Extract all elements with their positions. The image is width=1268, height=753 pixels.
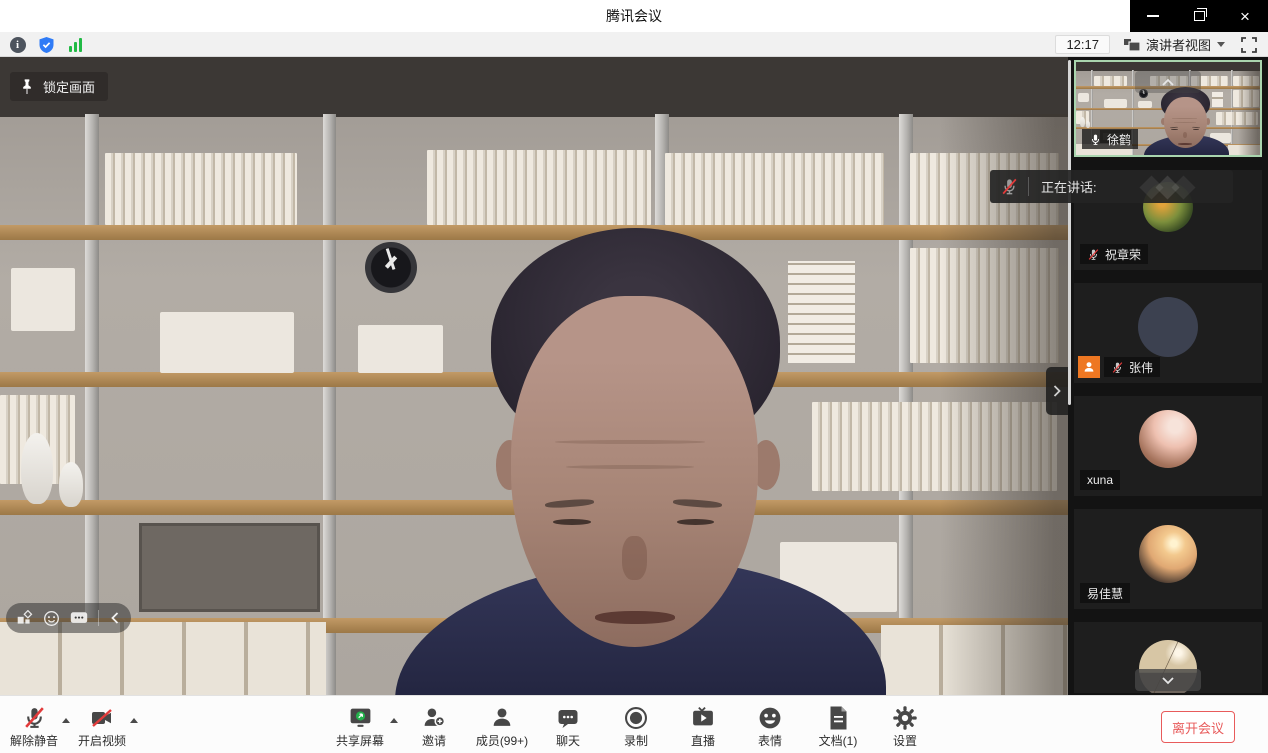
share-screen-button[interactable]: 共享屏幕 <box>324 696 396 753</box>
smiley-icon[interactable] <box>43 610 60 627</box>
host-badge-icon <box>1078 356 1100 378</box>
meeting-header-bar: i 12:17 演讲者视图 <box>0 32 1268 57</box>
chat-button[interactable]: 聊天 <box>532 696 604 753</box>
view-mode-button[interactable]: 演讲者视图 <box>1124 35 1225 54</box>
share-options-caret[interactable] <box>390 718 398 723</box>
participant-name: 张伟 <box>1129 359 1153 376</box>
video-quick-toolbar <box>6 603 131 633</box>
view-mode-label: 演讲者视图 <box>1146 35 1211 54</box>
avatar <box>1139 410 1197 468</box>
participant-name: xuna <box>1087 473 1113 487</box>
video-options-caret[interactable] <box>130 718 138 723</box>
documents-button[interactable]: 文档(1) <box>800 696 876 753</box>
close-icon: × <box>1240 8 1250 25</box>
document-icon <box>826 705 850 731</box>
participants-sidebar: 徐鹤 祝章荣 <box>1068 57 1268 695</box>
participant-name: 徐鹤 <box>1107 131 1131 148</box>
window-controls: × <box>1130 0 1268 32</box>
invite-button[interactable]: 邀请 <box>398 696 470 753</box>
live-stream-button[interactable]: 直播 <box>667 696 739 753</box>
start-video-button[interactable]: 开启视频 <box>72 696 132 753</box>
title-bar: 腾讯会议 <box>0 0 1268 32</box>
bottom-toolbar: 解除静音 开启视频 共享屏幕 <box>0 695 1268 753</box>
live-icon <box>690 705 716 730</box>
window-title: 腾讯会议 <box>0 0 1268 32</box>
unmute-button[interactable]: 解除静音 <box>6 696 62 753</box>
restore-button[interactable] <box>1176 0 1222 32</box>
minimize-icon <box>1147 15 1159 17</box>
network-signal-icon[interactable] <box>66 35 85 54</box>
close-button[interactable]: × <box>1222 0 1268 32</box>
participant-name: 祝章荣 <box>1105 246 1141 263</box>
participant-tile-xuna[interactable]: xuna <box>1074 396 1262 496</box>
share-screen-icon <box>347 705 374 730</box>
mic-on-icon <box>1089 133 1102 146</box>
participant-tile-yijiahui[interactable]: 易佳慧 <box>1074 509 1262 609</box>
chevron-down-icon <box>1217 42 1225 47</box>
collapse-sidebar-button[interactable] <box>1046 367 1068 415</box>
logo-watermark <box>1139 174 1199 200</box>
members-icon <box>489 705 515 730</box>
main-video[interactable]: 锁定画面 <box>0 57 1068 695</box>
sidebar-scrollbar[interactable] <box>1068 60 1071 405</box>
mic-muted-icon <box>1000 177 1019 196</box>
meeting-info-icon[interactable]: i <box>8 35 27 54</box>
scroll-up-button[interactable] <box>1135 71 1201 93</box>
pin-label: 锁定画面 <box>43 77 95 96</box>
emoji-icon <box>757 705 783 731</box>
avatar <box>1138 297 1198 357</box>
settings-gear-icon <box>892 705 918 731</box>
record-icon <box>623 705 649 731</box>
grid-layout-icon[interactable] <box>16 610 33 627</box>
restore-icon <box>1194 11 1205 21</box>
pin-video-button[interactable]: 锁定画面 <box>10 72 108 101</box>
speaking-banner-label: 正在讲话: <box>1041 177 1097 196</box>
chevron-up-icon <box>1161 78 1175 87</box>
fullscreen-button[interactable] <box>1239 35 1258 54</box>
chevron-left-icon[interactable] <box>109 611 121 625</box>
emoji-button[interactable]: 表情 <box>734 696 806 753</box>
meeting-timer: 12:17 <box>1055 35 1110 54</box>
leave-meeting-button[interactable]: 离开会议 <box>1161 711 1235 743</box>
participant-tile-xuhe[interactable]: 徐鹤 <box>1074 60 1262 157</box>
layout-icon <box>1124 38 1140 52</box>
security-shield-icon[interactable] <box>37 35 56 54</box>
settings-button[interactable]: 设置 <box>869 696 941 753</box>
members-button[interactable]: 成员(99+) <box>462 696 542 753</box>
video-feed <box>0 57 1068 695</box>
avatar <box>1139 525 1197 583</box>
chevron-right-icon <box>1052 384 1062 398</box>
mic-muted-icon <box>22 705 47 730</box>
camera-off-icon <box>89 706 115 730</box>
chevron-down-icon <box>1161 676 1175 685</box>
chat-icon <box>555 706 581 730</box>
scroll-down-button[interactable] <box>1135 669 1201 691</box>
fullscreen-icon <box>1240 36 1258 54</box>
record-button[interactable]: 录制 <box>600 696 672 753</box>
speaking-banner: 正在讲话: <box>990 170 1233 203</box>
pin-icon <box>20 78 34 96</box>
chat-dots-icon[interactable] <box>70 610 88 626</box>
participant-name: 易佳慧 <box>1087 585 1123 602</box>
participant-tile-zhangwei[interactable]: 张伟 <box>1074 283 1262 383</box>
tencent-meeting-window: 腾讯会议 × i 12:17 <box>0 0 1268 753</box>
mic-muted-icon <box>1087 248 1100 261</box>
mic-muted-icon <box>1111 361 1124 374</box>
mic-options-caret[interactable] <box>62 718 70 723</box>
invite-icon <box>421 705 447 730</box>
minimize-button[interactable] <box>1130 0 1176 32</box>
